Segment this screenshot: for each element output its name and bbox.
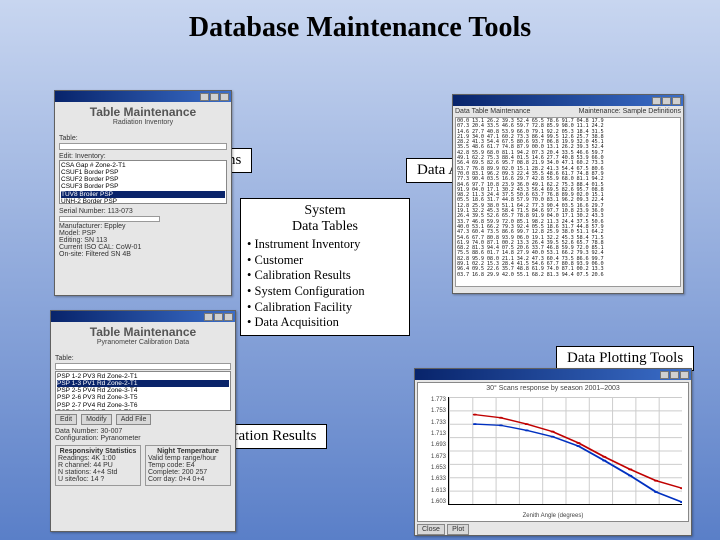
addfile-button[interactable]: Add File bbox=[116, 414, 152, 425]
window-title: Table Maintenance bbox=[55, 102, 231, 119]
window-data-plot: 30° Scans response by season 2001–2003 1… bbox=[414, 368, 692, 536]
field-label: Valid temp range/hour bbox=[148, 455, 228, 462]
chart: 30° Scans response by season 2001–2003 1… bbox=[417, 382, 689, 522]
field-label: Temp code: E4 bbox=[148, 462, 228, 469]
dropdown[interactable] bbox=[59, 143, 227, 150]
field-label: Table: bbox=[59, 135, 78, 142]
list-item[interactable]: CSA Gap # Zone-2-T1 bbox=[61, 162, 225, 169]
list-item[interactable]: PSP 2-7 PV4 Rd Zone-3-T6 bbox=[57, 402, 229, 409]
window-subtitle: Pyranometer Calibration Data bbox=[51, 339, 235, 346]
calibration-listbox[interactable]: PSP 1-2 PV3 Rd Zone-2-T1 PSP 1-3 PV1 Rd … bbox=[55, 371, 231, 411]
maximize-icon[interactable] bbox=[210, 93, 219, 101]
minimize-icon[interactable] bbox=[652, 97, 661, 105]
list-item: Data Acquisition bbox=[247, 315, 403, 331]
list-item: Instrument Inventory bbox=[247, 237, 403, 253]
field-label: Manufacturer: Eppley bbox=[59, 223, 227, 230]
close-button[interactable]: Close bbox=[417, 524, 445, 535]
inventory-listbox[interactable]: CSA Gap # Zone-2-T1 CSUF1 Border PSP CSU… bbox=[59, 160, 227, 204]
field-label: Edit: Inventory: bbox=[59, 153, 106, 160]
field-label: Configuration: Pyranometer bbox=[55, 435, 231, 442]
list-item[interactable]: CSUF1 Border PSP bbox=[61, 169, 225, 176]
page-title: Database Maintenance Tools bbox=[0, 0, 720, 44]
close-icon[interactable] bbox=[680, 371, 689, 379]
chart-title: 30° Scans response by season 2001–2003 bbox=[418, 383, 688, 394]
minimize-icon[interactable] bbox=[200, 93, 209, 101]
window-title: Table Maintenance bbox=[51, 322, 235, 339]
field-label: N stations: 4+4 Std bbox=[58, 469, 138, 476]
plot-button[interactable]: Plot bbox=[447, 524, 469, 535]
panel-title: Responsivity Statistics bbox=[58, 448, 138, 455]
list-item[interactable]: PSP 2-5 PV4 Rd Zone-3-T4 bbox=[57, 387, 229, 394]
field-label: Readings: 4K 1:00 bbox=[58, 455, 138, 462]
system-data-tables-box: System Data Tables Instrument Inventory … bbox=[240, 198, 410, 336]
field-label: Data Number: 30-007 bbox=[55, 428, 231, 435]
field-label: Editing: SN 113 bbox=[59, 237, 227, 244]
list-item[interactable]: PSP 1-2 PV3 Rd Zone-2-T1 bbox=[57, 373, 229, 380]
list-item: Customer bbox=[247, 253, 403, 269]
window-data-access: Data Table Maintenance Maintenance: Samp… bbox=[452, 94, 684, 294]
y-axis: 1.7731.7531.7331.7131.6931.6731.6531.633… bbox=[422, 397, 446, 505]
titlebar bbox=[51, 311, 235, 322]
field-label: U site/loc: 14 ? bbox=[58, 476, 138, 483]
list-item[interactable]: CSUF2 Border PSP bbox=[61, 176, 225, 183]
field-label: Serial Number: 113-073 bbox=[59, 208, 227, 215]
window-table-maintenance-inventory: Table Maintenance Radiation Inventory Ta… bbox=[54, 90, 232, 296]
close-icon[interactable] bbox=[220, 93, 229, 101]
data-grid[interactable]: 00.0 13.1 26.2 39.3 52.4 65.5 78.6 91.7 … bbox=[455, 117, 681, 287]
field-label: R channel: 44 PU bbox=[58, 462, 138, 469]
edit-button[interactable]: Edit bbox=[55, 414, 77, 425]
field-label: Complete: 200 257 bbox=[148, 469, 228, 476]
system-heading-l2: Data Tables bbox=[292, 219, 358, 234]
plot-svg bbox=[449, 397, 682, 504]
dropdown[interactable] bbox=[55, 363, 231, 370]
field-label: Table: bbox=[55, 355, 74, 362]
window-subtitle: Radiation Inventory bbox=[55, 119, 231, 126]
minimize-icon[interactable] bbox=[660, 371, 669, 379]
titlebar bbox=[415, 369, 691, 380]
field-label: Corr day: 0+4 0+4 bbox=[148, 476, 228, 483]
close-icon[interactable] bbox=[672, 97, 681, 105]
list-item: Calibration Facility bbox=[247, 300, 403, 316]
modify-button[interactable]: Modify bbox=[81, 414, 112, 425]
list-item[interactable]: PSP 2-8 UI Rd Zone-3-T8 bbox=[57, 409, 229, 411]
field-label: Current ISO CAL: CoW-01 bbox=[59, 244, 227, 251]
list-item[interactable]: CSUF3 Border PSP bbox=[61, 183, 225, 190]
list-item: Calibration Results bbox=[247, 268, 403, 284]
maximize-icon[interactable] bbox=[662, 97, 671, 105]
maximize-icon[interactable] bbox=[670, 371, 679, 379]
panel-title: Night Temperature bbox=[148, 448, 228, 455]
list-item[interactable]: PSP 1-3 PV1 Rd Zone-2-T1 bbox=[57, 380, 229, 387]
system-tables-list: Instrument Inventory Customer Calibratio… bbox=[247, 237, 403, 331]
list-item[interactable]: TUV8 Broiler PSP bbox=[61, 191, 225, 198]
window-table-maintenance-calibration: Table Maintenance Pyranometer Calibratio… bbox=[50, 310, 236, 532]
plot-area bbox=[448, 397, 682, 505]
field-label: Maintenance: Sample Definitions bbox=[579, 108, 681, 115]
close-icon[interactable] bbox=[224, 313, 233, 321]
x-axis-label: Zenith Angle (degrees) bbox=[418, 513, 688, 519]
titlebar bbox=[55, 91, 231, 102]
text-input[interactable] bbox=[59, 216, 160, 222]
field-label: On-site: Filtered SN 4B bbox=[59, 251, 227, 258]
minimize-icon[interactable] bbox=[204, 313, 213, 321]
maximize-icon[interactable] bbox=[214, 313, 223, 321]
system-heading-l1: System bbox=[304, 203, 345, 218]
list-item: System Configuration bbox=[247, 284, 403, 300]
field-label: Model: PSP bbox=[59, 230, 227, 237]
list-item[interactable]: PSP 2-6 PV3 Rd Zone-3-T5 bbox=[57, 394, 229, 401]
field-label: Data Table Maintenance bbox=[455, 108, 530, 115]
titlebar bbox=[453, 95, 683, 106]
